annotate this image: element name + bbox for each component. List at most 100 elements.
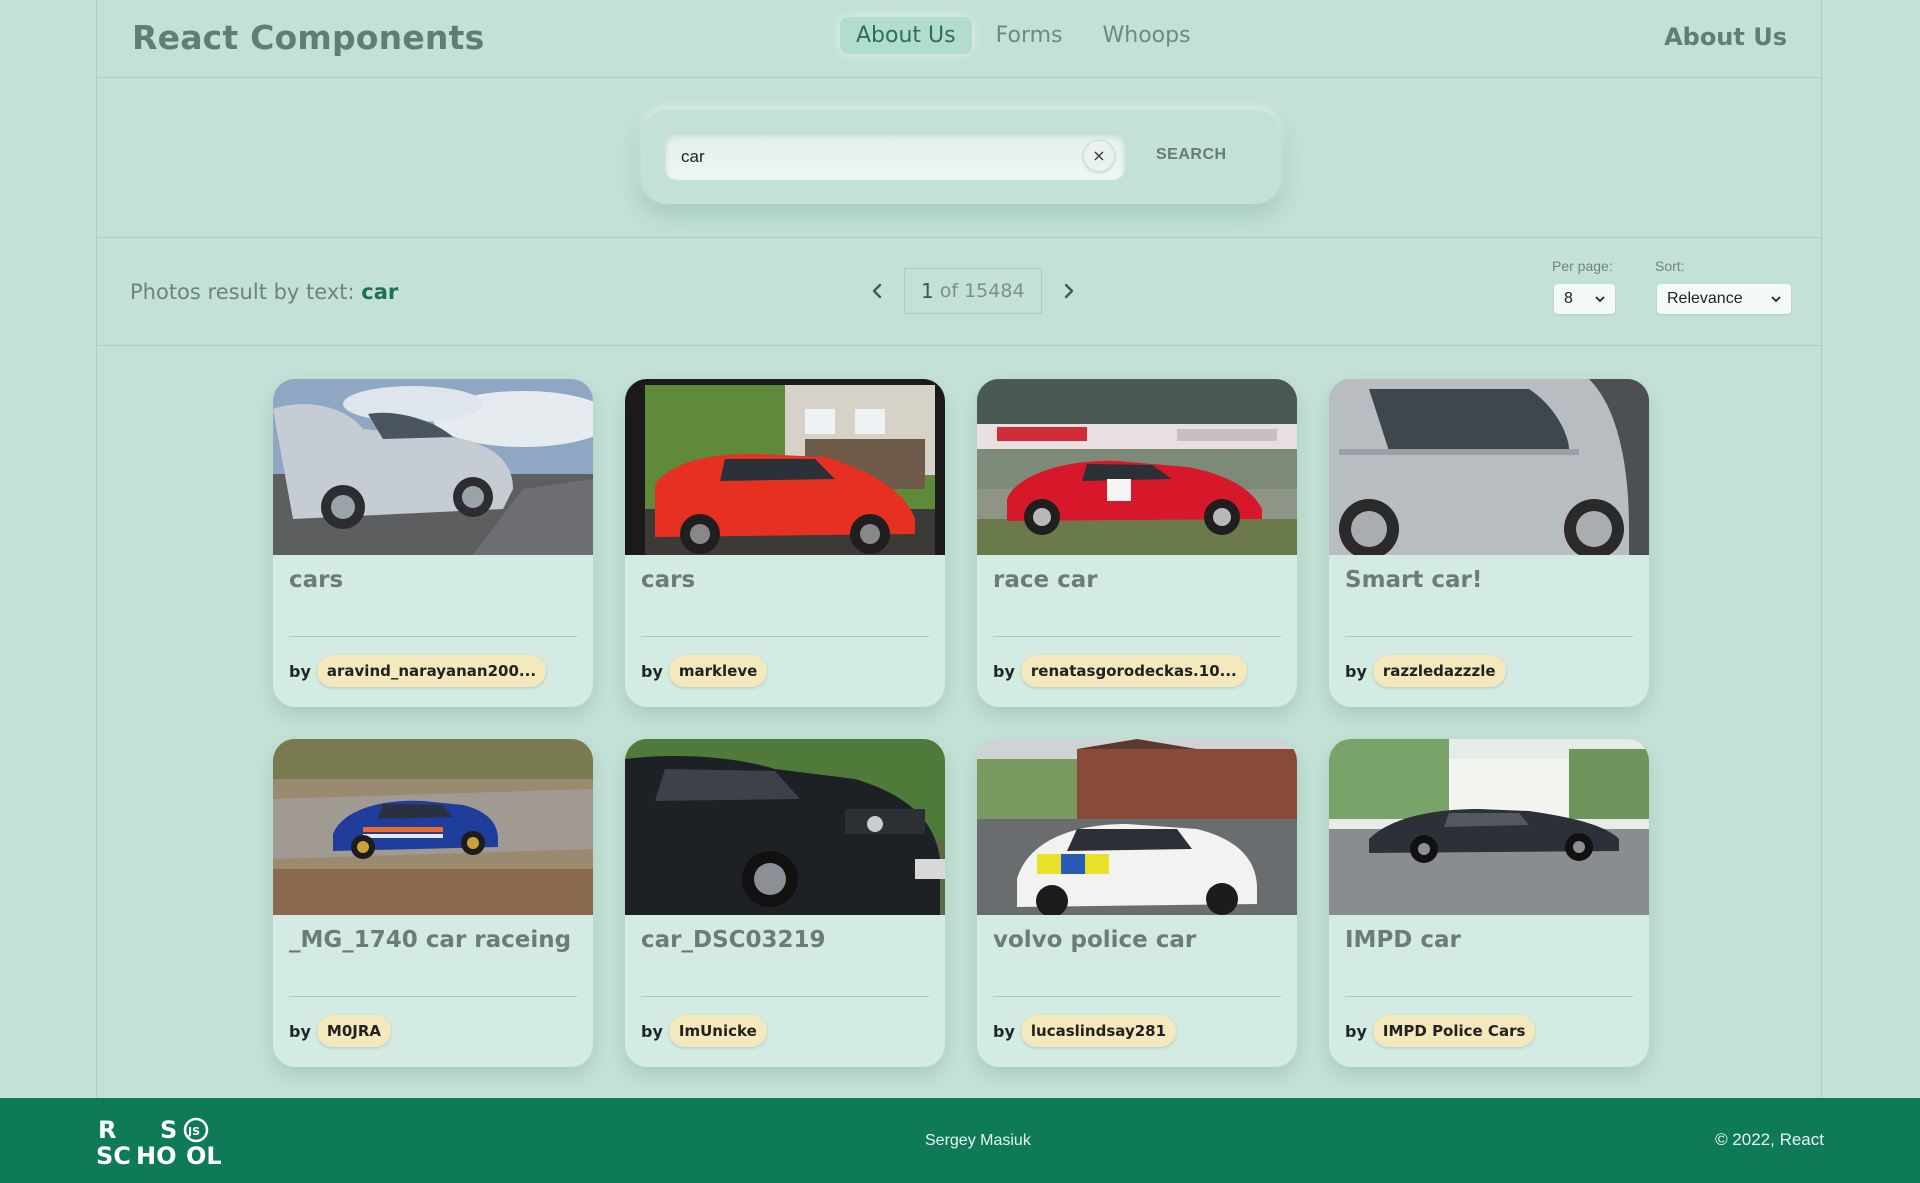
sort-label: Sort:	[1655, 258, 1685, 274]
photo-card[interactable]: volvo police car by lucaslindsay281	[977, 739, 1297, 1067]
per-page-value: 8	[1564, 290, 1573, 307]
byline-label: by	[1345, 661, 1367, 681]
results-summary: Photos result by text: car	[130, 280, 398, 304]
author-chip[interactable]: M0JRA	[316, 1015, 391, 1047]
nav-about-us[interactable]: About Us	[840, 17, 972, 54]
byline-label: by	[641, 661, 663, 681]
photo-title: volvo police car	[993, 927, 1197, 953]
logo-ol: OL	[186, 1142, 222, 1168]
photo-byline: by markleve	[641, 655, 768, 687]
photo-title: cars	[289, 567, 344, 593]
logo-js: JS	[187, 1125, 200, 1138]
logo-sc: SC	[96, 1142, 131, 1168]
card-divider	[641, 996, 929, 997]
photo-byline: by aravind_narayanan200...	[289, 655, 547, 687]
sort-value: Relevance	[1667, 290, 1743, 307]
card-divider	[641, 636, 929, 637]
card-divider	[993, 636, 1281, 637]
photo-card[interactable]: Smart car! by razzledazzzle	[1329, 379, 1649, 707]
page-indicator: 1 of 15484	[904, 268, 1042, 314]
photo-title: Smart car!	[1345, 567, 1483, 593]
photo-thumbnail	[273, 739, 593, 915]
rs-school-logo[interactable]: R S SC HO OL JS	[96, 1116, 236, 1168]
per-page-select[interactable]: 8	[1554, 284, 1615, 314]
brand-title: React Components	[132, 18, 485, 57]
footer-author-link[interactable]: Sergey Masiuk	[925, 1132, 1031, 1150]
photo-title: race car	[993, 567, 1098, 593]
search-input[interactable]	[679, 132, 1083, 182]
main-nav: About Us Forms Whoops	[840, 17, 1207, 54]
results-query: car	[361, 280, 399, 304]
photo-byline: by razzledazzzle	[1345, 655, 1506, 687]
photo-title: _MG_1740 car raceing	[289, 927, 572, 953]
photo-card[interactable]: car_DSC03219 by ImUnicke	[625, 739, 945, 1067]
author-chip[interactable]: lucaslindsay281	[1020, 1015, 1177, 1047]
byline-label: by	[1345, 1021, 1367, 1041]
photo-card[interactable]: _MG_1740 car raceing by M0JRA	[273, 739, 593, 1067]
photo-title: car_DSC03219	[641, 927, 826, 953]
author-chip[interactable]: markleve	[668, 655, 768, 687]
nav-whoops[interactable]: Whoops	[1087, 17, 1207, 54]
photo-thumbnail	[625, 739, 945, 915]
photo-byline: by renatasgorodeckas.10...	[993, 655, 1247, 687]
photo-thumbnail	[1329, 739, 1649, 915]
photo-thumbnail	[1329, 379, 1649, 555]
sort-select[interactable]: Relevance	[1657, 284, 1791, 314]
card-divider	[1345, 636, 1633, 637]
photo-card[interactable]: cars by aravind_narayanan200...	[273, 379, 593, 707]
photo-thumbnail	[273, 379, 593, 555]
footer-copyright: © 2022, React	[1715, 1130, 1824, 1149]
photo-byline: by lucaslindsay281	[993, 1015, 1177, 1047]
current-page-title: About Us	[1664, 23, 1787, 51]
page-frame: React Components About Us Forms Whoops A…	[96, 0, 1822, 1098]
author-chip[interactable]: razzledazzzle	[1372, 655, 1506, 687]
chevron-down-icon	[1595, 296, 1605, 303]
results-prefix: Photos result by text:	[130, 280, 355, 304]
author-chip[interactable]: ImUnicke	[668, 1015, 767, 1047]
photo-card[interactable]: IMPD car by IMPD Police Cars	[1329, 739, 1649, 1067]
byline-label: by	[289, 661, 311, 681]
author-chip[interactable]: renatasgorodeckas.10...	[1020, 655, 1247, 687]
photo-byline: by IMPD Police Cars	[1345, 1015, 1536, 1047]
photo-title: IMPD car	[1345, 927, 1461, 953]
byline-label: by	[641, 1021, 663, 1041]
photo-thumbnail	[977, 739, 1297, 915]
current-page: 1	[921, 279, 934, 303]
search-input-wrapper: ×	[665, 132, 1125, 182]
byline-label: by	[993, 1021, 1015, 1041]
search-button[interactable]: SEARCH	[1156, 146, 1227, 164]
photo-thumbnail	[625, 379, 945, 555]
logo-letter-r: R	[98, 1116, 116, 1144]
card-divider	[993, 996, 1281, 997]
logo-ho: HO	[136, 1142, 177, 1168]
card-divider	[289, 996, 577, 997]
results-toolbar: Photos result by text: car 1 of 15484 Pe…	[97, 238, 1821, 346]
author-chip[interactable]: IMPD Police Cars	[1372, 1015, 1536, 1047]
photo-card[interactable]: race car by renatasgorodeckas.10...	[977, 379, 1297, 707]
photo-byline: by ImUnicke	[641, 1015, 767, 1047]
logo-letter-s: S	[160, 1116, 177, 1144]
nav-forms[interactable]: Forms	[980, 17, 1079, 54]
card-divider	[289, 636, 577, 637]
card-divider	[1345, 996, 1633, 997]
byline-label: by	[993, 661, 1015, 681]
chevron-down-icon	[1771, 296, 1781, 303]
per-page-label: Per page:	[1552, 258, 1613, 274]
clear-search-button[interactable]: ×	[1083, 140, 1115, 172]
next-page-button[interactable]	[1052, 274, 1086, 308]
chevron-left-icon	[872, 283, 882, 299]
search-form: × SEARCH	[641, 110, 1281, 204]
pagination: 1 of 15484	[860, 268, 1086, 314]
photo-title: cars	[641, 567, 696, 593]
header: React Components About Us Forms Whoops A…	[97, 0, 1821, 78]
total-pages: of 15484	[939, 280, 1025, 302]
photo-thumbnail	[977, 379, 1297, 555]
photo-byline: by M0JRA	[289, 1015, 391, 1047]
footer: R S SC HO OL JS Sergey Masiuk © 2022, Re…	[0, 1098, 1920, 1183]
search-section: × SEARCH	[97, 78, 1821, 238]
prev-page-button[interactable]	[860, 274, 894, 308]
chevron-right-icon	[1064, 283, 1073, 299]
byline-label: by	[289, 1021, 311, 1041]
author-chip[interactable]: aravind_narayanan200...	[316, 655, 547, 687]
photo-card[interactable]: cars by markleve	[625, 379, 945, 707]
